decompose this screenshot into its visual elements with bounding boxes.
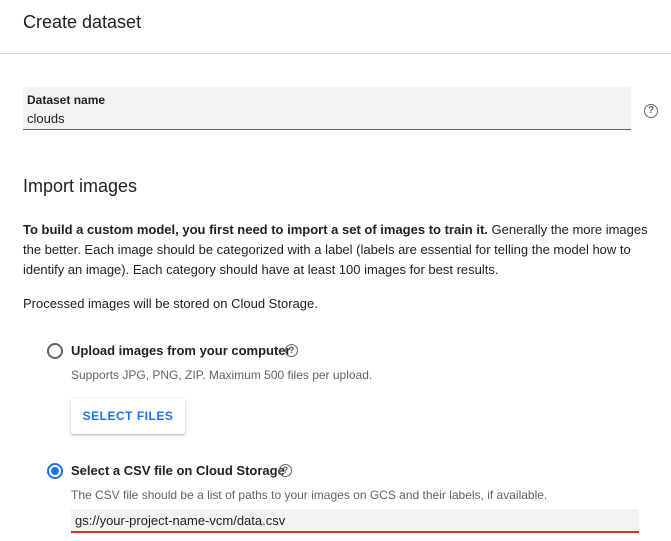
dataset-name-field[interactable]: Dataset name clouds: [23, 87, 631, 130]
storage-note: Processed images will be stored on Cloud…: [23, 296, 318, 311]
import-description: To build a custom model, you first need …: [23, 220, 663, 280]
page-title: Create dataset: [23, 12, 142, 32]
csv-option-label[interactable]: Select a CSV file on Cloud Storage: [71, 463, 285, 478]
csv-hint: The CSV file should be a list of paths t…: [71, 488, 548, 502]
csv-option-radio[interactable]: [47, 463, 63, 479]
page-header: Create dataset: [0, 0, 671, 54]
dataset-name-help-icon[interactable]: ?: [644, 104, 658, 118]
csv-help-icon[interactable]: ?: [279, 464, 292, 477]
import-images-heading: Import images: [23, 176, 138, 196]
csv-path-input[interactable]: gs://your-project-name-vcm/data.csv: [75, 513, 285, 528]
csv-path-field[interactable]: gs://your-project-name-vcm/data.csv: [71, 509, 639, 533]
upload-option-radio[interactable]: [47, 343, 63, 359]
upload-help-icon[interactable]: ?: [285, 344, 298, 357]
upload-hint: Supports JPG, PNG, ZIP. Maximum 500 file…: [71, 368, 373, 382]
dataset-name-input[interactable]: clouds: [27, 111, 65, 126]
dataset-name-label: Dataset name: [27, 93, 106, 107]
upload-option-label[interactable]: Upload images from your computer: [71, 343, 291, 358]
select-files-button[interactable]: SELECT FILES: [71, 399, 185, 434]
import-description-bold: To build a custom model, you first need …: [23, 222, 488, 237]
